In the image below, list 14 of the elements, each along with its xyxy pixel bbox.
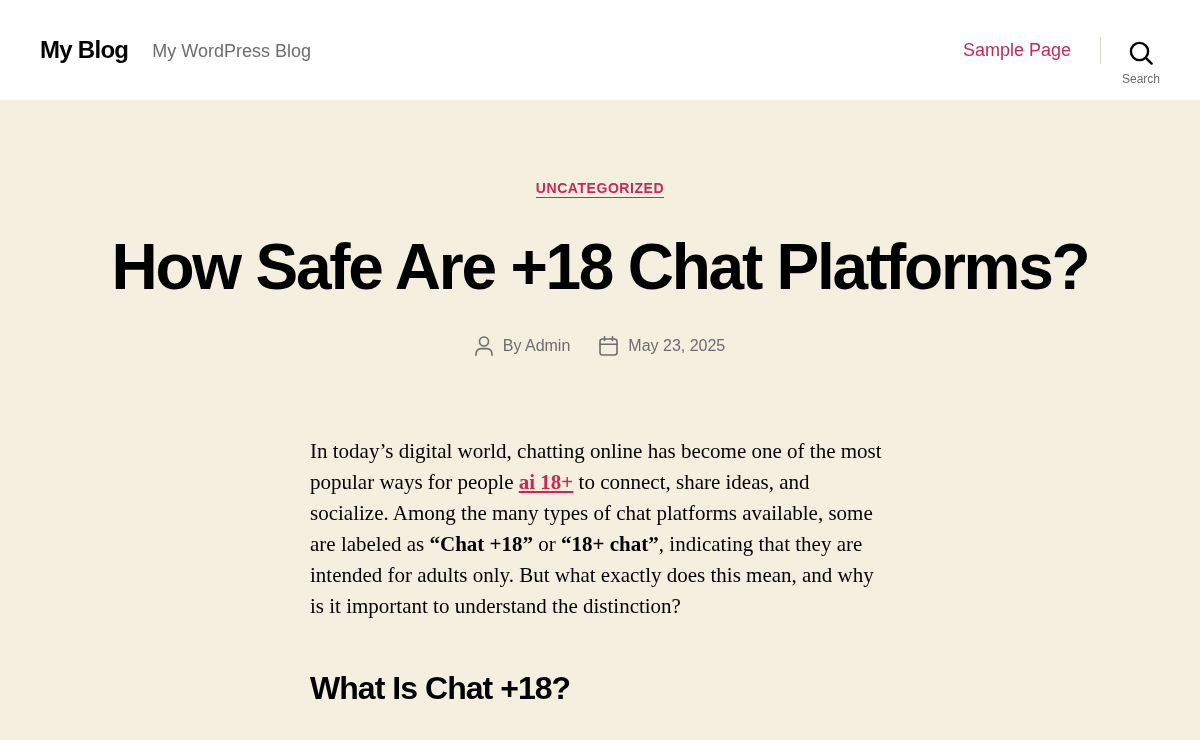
calendar-icon	[599, 336, 619, 356]
category-link[interactable]: UNCATEGORIZED	[535, 180, 665, 198]
nav-link[interactable]: Sample Page	[962, 41, 1071, 59]
search-button[interactable]: Search	[1121, 41, 1160, 85]
inline-link[interactable]: ai 18+	[518, 470, 574, 494]
author-text: By Admin	[502, 336, 571, 356]
post-date: May 23, 2025	[628, 336, 726, 356]
site-title[interactable]: My Blog	[40, 38, 129, 62]
person-icon	[474, 336, 493, 356]
section-heading: What Is Chat +18?	[310, 669, 572, 708]
search-icon	[1129, 41, 1153, 65]
body-paragraph: In today’s digital world, chatting online has become one of the most popular ways for people ai 18+ to connect, share ideas, and socialize. Among the many types of chat platforms available, some are labeled as “Chat +18” or “18+ chat”, indicating that they are intended for adults only. But what exactly does this mean, and why is it important to understand the distinction?	[310, 438, 883, 620]
post-title: How Safe Are +18 Chat Platforms?	[111, 230, 1089, 305]
site-description: My WordPress Blog	[152, 42, 311, 60]
